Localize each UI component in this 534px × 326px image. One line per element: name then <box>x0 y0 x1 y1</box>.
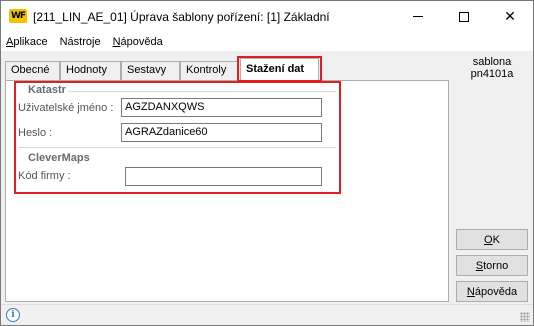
window-title: [211_LIN_AE_01] Úprava šablony pořízení:… <box>33 10 330 24</box>
help-accel: N <box>466 285 475 298</box>
maximize-button[interactable] <box>441 1 487 32</box>
template-name: pn4101a <box>470 68 514 80</box>
help-button[interactable]: Nápověda <box>456 281 528 302</box>
close-button[interactable]: ✕ <box>487 1 533 32</box>
tab-highlight-frame <box>237 56 322 82</box>
tab-kontroly[interactable]: Kontroly <box>180 61 238 80</box>
help-rest: ápověda <box>474 285 518 298</box>
storno-button[interactable]: Storno <box>456 255 528 276</box>
ok-accel: O <box>484 233 493 246</box>
tab-sestavy[interactable]: Sestavy <box>121 61 180 80</box>
menu-aplikace-rest: plikace <box>13 35 48 48</box>
menu-nastroje[interactable]: Nástroje <box>60 36 101 48</box>
menu-napoveda-accel: N <box>112 35 121 48</box>
menu-nastroje-pre: Nástro <box>59 35 92 48</box>
wf-app-icon[interactable]: WF <box>9 9 27 23</box>
dialog-window: WF [211_LIN_AE_01] Úprava šablony poříze… <box>0 0 534 326</box>
storno-rest: torno <box>483 259 509 272</box>
close-icon: ✕ <box>504 8 516 25</box>
form-highlight-frame <box>14 81 341 194</box>
resize-grip-icon[interactable] <box>520 312 530 322</box>
menu-napoveda[interactable]: Nápověda <box>113 36 163 48</box>
info-icon[interactable]: i <box>6 308 20 322</box>
tab-obecne[interactable]: Obecné <box>5 61 60 80</box>
ok-button[interactable]: OK <box>456 229 528 250</box>
maximize-icon <box>459 11 469 22</box>
storno-accel: S <box>475 259 484 272</box>
tab-hodnoty[interactable]: Hodnoty <box>60 61 121 80</box>
menu-napoveda-rest: ápověda <box>120 35 163 48</box>
status-bar: i <box>1 304 533 325</box>
menu-bar: Aplikace Nástroje Nápověda <box>1 32 533 51</box>
menu-aplikace[interactable]: Aplikace <box>6 36 48 48</box>
menu-nastroje-post: e <box>94 35 101 48</box>
template-label: sablona <box>472 56 512 68</box>
ok-rest: K <box>492 233 500 246</box>
minimize-button[interactable] <box>395 1 441 32</box>
minimize-icon <box>413 16 423 17</box>
title-bar[interactable]: WF [211_LIN_AE_01] Úprava šablony poříze… <box>1 1 533 32</box>
